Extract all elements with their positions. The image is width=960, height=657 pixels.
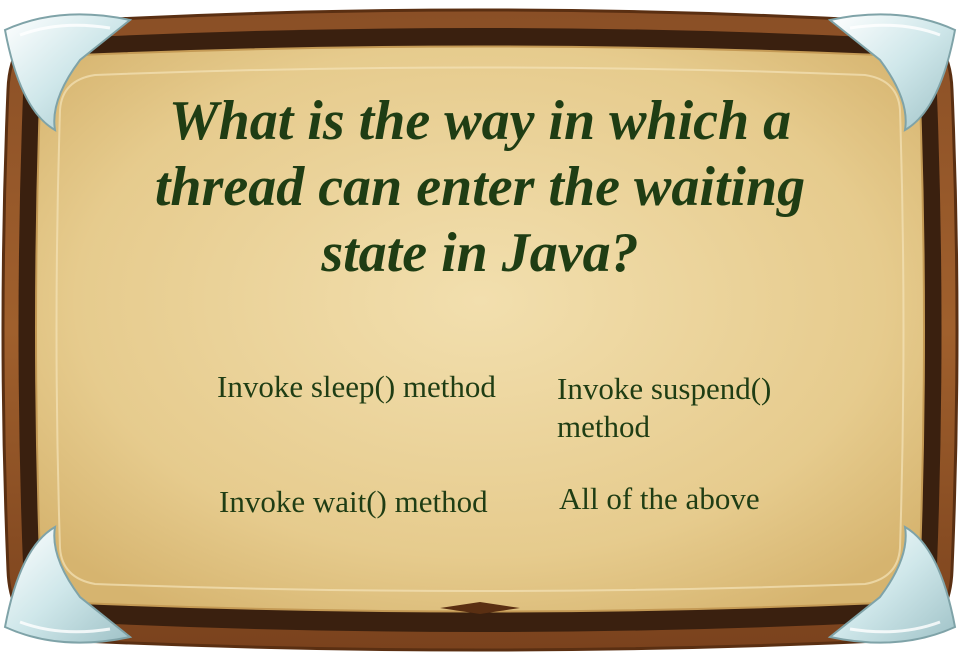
- answer-option-1[interactable]: Invoke sleep() method: [217, 368, 497, 406]
- question-text: What is the way in which a thread can en…: [154, 90, 806, 284]
- answer-option-4[interactable]: All of the above: [559, 480, 839, 518]
- answer-option-3[interactable]: Invoke wait() method: [219, 483, 499, 521]
- answer-option-2[interactable]: Invoke suspend() method: [557, 370, 837, 446]
